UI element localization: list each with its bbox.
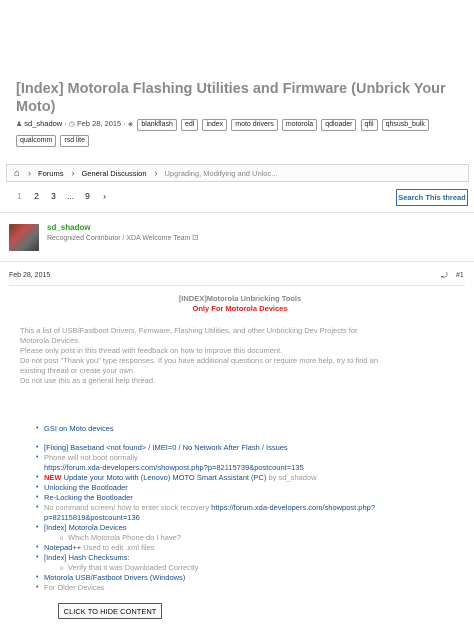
hide-content-button[interactable]: CLICK TO HIDE CONTENT: [58, 603, 162, 619]
sub-list: Which Motorola Phone do I have?: [44, 533, 436, 544]
link-gsi[interactable]: GSI on Moto devices: [44, 424, 114, 433]
breadcrumb-general-discussion[interactable]: General Discussion: [81, 169, 146, 178]
post-username[interactable]: sd_shadow: [47, 223, 91, 232]
link-baseband[interactable]: [Fixing] Baseband <not found> / IMEI=0 /…: [44, 443, 288, 452]
text-which-phone[interactable]: Which Motorola Phone do I have?: [68, 533, 181, 542]
breadcrumb-current[interactable]: Upgrading, Modifying and Unloc...: [165, 169, 278, 178]
thread-date: Feb 28, 2015: [77, 119, 122, 128]
user-role-text: Recognized Contributor / XDA Welcome Tea…: [47, 235, 191, 242]
link-devices[interactable]: [Index] Motorola Devices: [44, 523, 127, 532]
intro-line: This a list of USB/Fastboot Drivers, Fir…: [20, 326, 358, 345]
link-update[interactable]: Update your Moto with (Lenovo) MOTO Smar…: [64, 473, 267, 482]
tag-rsd-lite[interactable]: rsd lite: [60, 135, 90, 147]
user-icon: ♟: [16, 121, 23, 128]
text-notepad-desc: Used to edit .xml files: [81, 543, 155, 552]
tag-blankflash[interactable]: blankflash: [137, 119, 177, 131]
chevron-right-icon: ›: [154, 168, 158, 178]
list-item: Re-Locking the Bootloader: [36, 493, 436, 503]
link-unlock[interactable]: Unlocking the Bootloader: [44, 483, 128, 492]
page-3[interactable]: 3: [45, 191, 62, 201]
thread-meta: ♟ sd_shadow · ◷ Feb 28, 2015 · ◈ blankflas…: [16, 117, 461, 149]
intro-line: Do not use this as a general help thread…: [20, 376, 156, 385]
list-item: [Index] Hash Checksums: Verify that it w…: [36, 553, 436, 574]
list-item: Motorola USB/Fastboot Drivers (Windows): [36, 573, 436, 583]
list-item: Which Motorola Phone do I have?: [60, 533, 436, 544]
badge-icon: ⚀: [192, 235, 199, 242]
link-hash[interactable]: [Index] Hash Checksums:: [44, 553, 129, 562]
link-no-boot[interactable]: https://forum.xda-developers.com/showpos…: [44, 463, 304, 472]
tag-qdloader[interactable]: qdloader: [321, 119, 357, 131]
tag-qhsusb-bulk[interactable]: qhsusb_bulk: [381, 119, 429, 131]
list-item: [Fixing] Baseband <not found> / IMEI=0 /…: [36, 443, 436, 453]
post-body: [INDEX]Motorola Unbricking Tools Only Fo…: [20, 294, 460, 386]
link-drivers[interactable]: Motorola USB/Fastboot Drivers (Windows): [44, 573, 185, 582]
text-no-boot: Phone will not boot normally: [44, 453, 138, 462]
list-item: [Index] Motorola Devices Which Motorola …: [36, 523, 436, 544]
list-item: Verify that it was Downloaded Correctly: [60, 563, 436, 574]
clock-icon: ◷: [68, 121, 76, 128]
list-item: For Older Devices: [36, 583, 436, 593]
intro-line: Please only post in this thread with fee…: [20, 346, 283, 355]
post-subheading: Only For Motorola Devices: [192, 304, 288, 313]
index-list: GSI on Moto devices [Fixing] Baseband <n…: [36, 424, 436, 593]
text-older: For Older Devices: [44, 583, 105, 592]
divider: [0, 261, 474, 262]
divider: [9, 285, 465, 286]
text-verify: Verify that it was Downloaded Correctly: [68, 563, 199, 572]
tag-moto-drivers[interactable]: moto drivers: [231, 119, 278, 131]
post-date[interactable]: Feb 28, 2015: [9, 272, 50, 279]
sub-list: Verify that it was Downloaded Correctly: [44, 563, 436, 574]
page-ellipsis[interactable]: ...: [62, 191, 79, 201]
chevron-right-icon: ›: [28, 168, 32, 178]
chevron-right-icon: ›: [71, 168, 75, 178]
pagination: 1 2 3 ... 9 ›: [11, 191, 113, 201]
list-item: Phone will not boot normallyhttps://foru…: [36, 453, 436, 473]
home-icon[interactable]: ⌂: [14, 168, 20, 179]
page-2[interactable]: 2: [28, 191, 45, 201]
text-update-by: by sd_shadow: [266, 473, 317, 482]
list-item: Notepad++ Used to edit .xml files: [36, 543, 436, 553]
avatar[interactable]: [9, 224, 39, 251]
tag-motorola[interactable]: motorola: [281, 119, 318, 131]
post-intro: This a list of USB/Fastboot Drivers, Fir…: [20, 326, 380, 386]
list-item: No command screen/ how to enter stock re…: [36, 503, 436, 523]
thread-author[interactable]: sd_shadow: [24, 119, 62, 128]
divider: [0, 212, 474, 213]
tag-index[interactable]: index: [202, 119, 228, 131]
tag-qualcomm[interactable]: qualcomm: [16, 135, 57, 147]
share-icon[interactable]: ⤾: [441, 271, 448, 281]
page-next[interactable]: ›: [96, 191, 113, 201]
thread-title: [Index] Motorola Flashing Utilities and …: [16, 81, 446, 115]
text-no-cmd: No command screen/ how to enter stock re…: [44, 503, 212, 512]
list-item: Unlocking the Bootloader: [36, 483, 436, 493]
tag-icon: ◈: [127, 121, 134, 128]
post-user-role: Recognized Contributor / XDA Welcome Tea…: [47, 234, 198, 242]
page-9[interactable]: 9: [79, 191, 96, 201]
tag-qfil[interactable]: qfil: [360, 119, 378, 131]
list-item: GSI on Moto devices: [36, 424, 436, 434]
breadcrumb: ⌂ › Forums › General Discussion › Upgrad…: [6, 164, 469, 182]
tag-edl[interactable]: edl: [181, 119, 199, 131]
new-badge: NEW: [44, 473, 62, 482]
search-thread-button[interactable]: Search This thread: [396, 189, 468, 206]
page-1[interactable]: 1: [11, 191, 28, 201]
link-notepad[interactable]: Notepad++: [44, 543, 81, 552]
post-number[interactable]: #1: [456, 272, 464, 279]
intro-line: Do not post "Thank you" type responses. …: [20, 356, 379, 375]
post-heading: [INDEX]Motorola Unbricking Tools: [178, 294, 302, 303]
link-relock[interactable]: Re-Locking the Bootloader: [44, 493, 133, 502]
list-item: NEW Update your Moto with (Lenovo) MOTO …: [36, 473, 436, 483]
breadcrumb-forums[interactable]: Forums: [38, 169, 63, 178]
